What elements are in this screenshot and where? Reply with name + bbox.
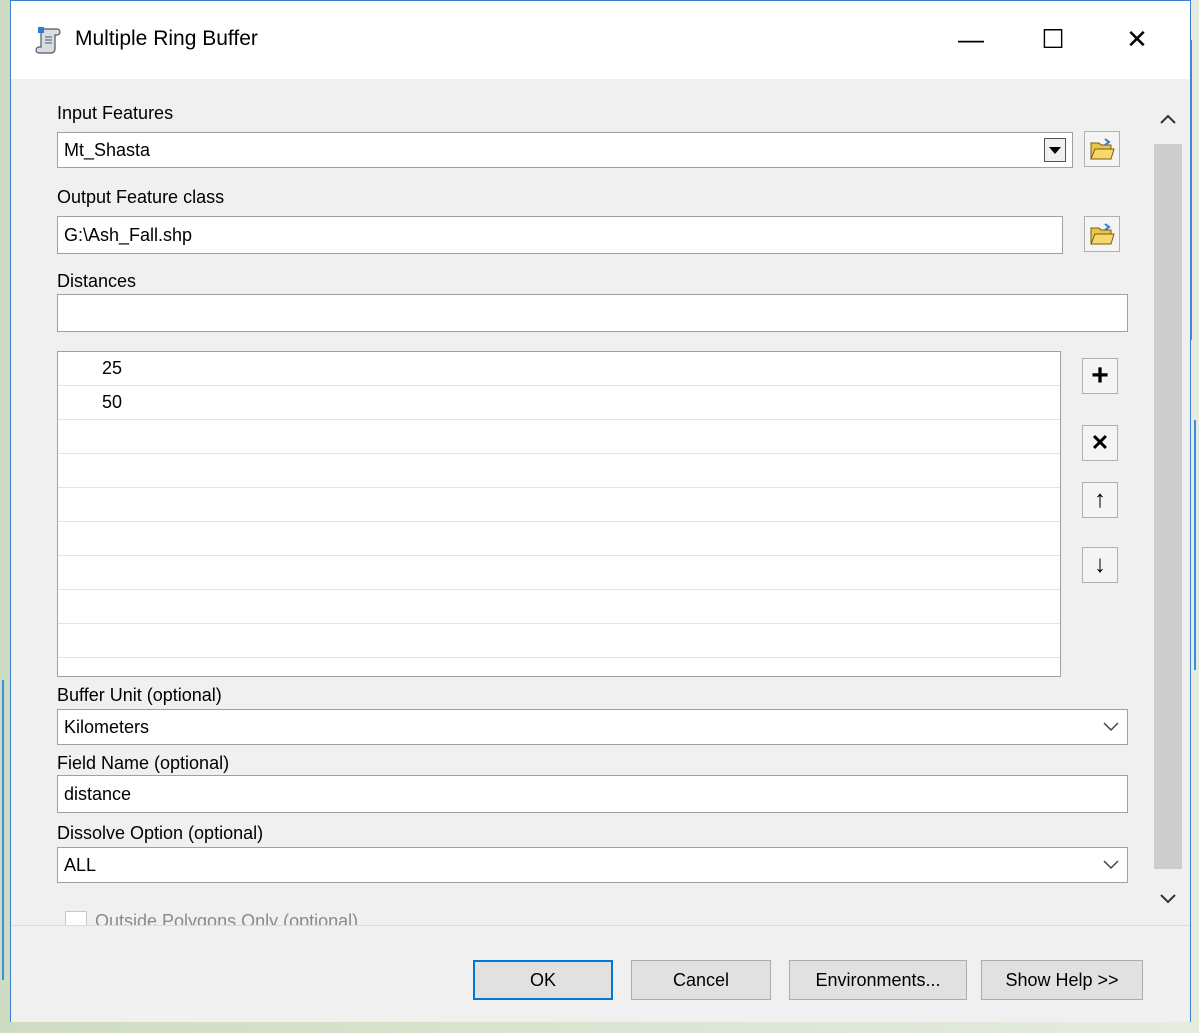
open-folder-icon (1090, 223, 1115, 245)
input-features-browse-button[interactable] (1084, 131, 1120, 167)
close-icon: ✕ (1126, 23, 1148, 54)
plus-icon: + (1091, 359, 1109, 392)
x-icon: ✕ (1090, 430, 1110, 455)
field-name-input[interactable]: distance (57, 775, 1128, 813)
input-features-value: Mt_Shasta (64, 139, 151, 160)
script-tool-icon (35, 27, 61, 54)
input-features-label: Input Features (57, 103, 174, 123)
list-item[interactable] (58, 624, 1060, 658)
window-title: Multiple Ring Buffer (75, 27, 258, 50)
dissolve-option-value: ALL (64, 854, 97, 875)
output-feature-class-label: Output Feature class (57, 187, 225, 207)
list-item[interactable] (58, 488, 1060, 522)
distances-list[interactable]: 25 50 (57, 351, 1061, 677)
scroll-up-icon[interactable] (1158, 109, 1178, 129)
list-item[interactable] (58, 522, 1060, 556)
list-item[interactable] (58, 454, 1060, 488)
dissolve-option-label: Dissolve Option (optional) (57, 823, 264, 843)
list-item[interactable] (58, 556, 1060, 590)
input-features-dropdown-arrow[interactable] (1044, 138, 1066, 162)
close-button[interactable]: ✕ (1107, 17, 1167, 61)
minimize-button[interactable]: — (941, 17, 1001, 61)
remove-distance-button[interactable]: ✕ (1082, 425, 1118, 461)
ok-button[interactable]: OK (473, 960, 613, 1000)
input-features-combo[interactable]: Mt_Shasta (57, 132, 1073, 168)
distances-label: Distances (57, 271, 137, 291)
maximize-button[interactable]: ☐ (1023, 17, 1083, 61)
scrollbar-thumb[interactable] (1154, 144, 1182, 869)
list-item[interactable]: 50 (58, 386, 1060, 420)
environments-button[interactable]: Environments... (789, 960, 967, 1000)
chevron-down-icon (1103, 860, 1119, 870)
list-item[interactable]: 25 (58, 352, 1060, 386)
maximize-icon: ☐ (1041, 23, 1065, 54)
chevron-down-icon (1103, 722, 1119, 732)
minimize-icon: — (958, 23, 984, 54)
dialog-body: Input Features Mt_Shasta Output Feature … (11, 79, 1190, 933)
buffer-unit-select[interactable]: Kilometers (57, 709, 1128, 745)
list-item[interactable] (58, 590, 1060, 624)
vertical-scrollbar[interactable] (1154, 99, 1182, 919)
buffer-unit-value: Kilometers (64, 716, 150, 737)
output-feature-class-browse-button[interactable] (1084, 216, 1120, 252)
move-down-button[interactable]: ↓ (1082, 547, 1118, 583)
open-folder-icon (1090, 138, 1115, 160)
buffer-unit-label: Buffer Unit (optional) (57, 685, 222, 705)
arrow-up-icon: ↑ (1094, 486, 1106, 513)
output-feature-class-value: G:\Ash_Fall.shp (64, 224, 193, 245)
multiple-ring-buffer-dialog: Multiple Ring Buffer — ☐ ✕ Input Feature… (10, 0, 1191, 1022)
show-help-button[interactable]: Show Help >> (981, 960, 1143, 1000)
distances-input[interactable] (57, 294, 1128, 332)
output-feature-class-input[interactable]: G:\Ash_Fall.shp (57, 216, 1063, 254)
title-bar[interactable]: Multiple Ring Buffer — ☐ ✕ (11, 1, 1190, 79)
cancel-button[interactable]: Cancel (631, 960, 771, 1000)
list-item[interactable] (58, 420, 1060, 454)
arrow-down-icon: ↓ (1094, 551, 1106, 578)
dialog-footer: OK Cancel Environments... Show Help >> (11, 925, 1190, 1022)
add-distance-button[interactable]: + (1082, 358, 1118, 394)
dissolve-option-select[interactable]: ALL (57, 847, 1128, 883)
field-name-value: distance (64, 783, 132, 804)
move-up-button[interactable]: ↑ (1082, 482, 1118, 518)
scroll-down-icon[interactable] (1158, 889, 1178, 909)
field-name-label: Field Name (optional) (57, 753, 230, 773)
